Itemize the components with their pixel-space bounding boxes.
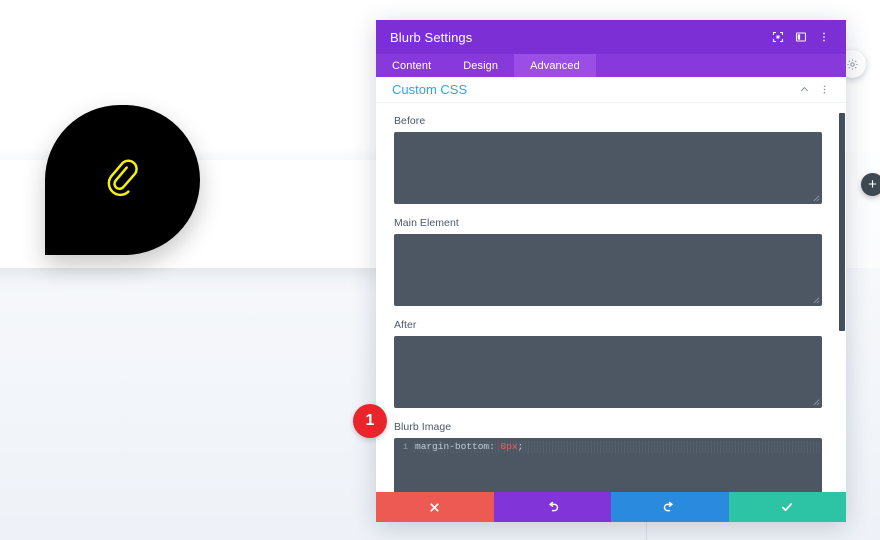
css-punct-token: ;	[517, 440, 524, 452]
resize-handle-icon[interactable]	[811, 295, 820, 304]
redo-icon	[664, 501, 674, 511]
chevron-up-icon[interactable]	[796, 82, 812, 98]
modal-scrollbar-track[interactable]	[838, 77, 846, 492]
check-icon	[782, 503, 793, 512]
tab-advanced[interactable]: Advanced	[514, 54, 596, 77]
modal-scrollbar-thumb[interactable]	[839, 113, 845, 331]
main-element-css-textarea[interactable]	[394, 234, 822, 306]
modal-titlebar: Blurb Settings	[376, 20, 846, 54]
more-options-icon[interactable]	[814, 27, 834, 47]
field-label-blurb-image: Blurb Image	[394, 421, 452, 433]
css-value-token: 0px	[494, 440, 518, 452]
redo-button[interactable]	[611, 492, 729, 522]
gear-icon	[846, 58, 858, 70]
code-line-content[interactable]: margin-bottom: 0px;	[414, 440, 822, 453]
layout-view-icon[interactable]	[791, 27, 811, 47]
field-before: Before	[394, 115, 826, 204]
modal-scroll-area: Custom CSS Before Main Element After Blu…	[376, 77, 846, 492]
blurb-image-blob[interactable]	[45, 105, 200, 255]
save-button[interactable]	[728, 492, 846, 522]
more-options-icon[interactable]	[816, 82, 832, 98]
blurb-settings-modal: Blurb Settings Content Design Advanced C…	[376, 20, 846, 522]
field-label-after: After	[394, 319, 417, 331]
paperclip-icon	[107, 159, 138, 197]
custom-css-section-header[interactable]: Custom CSS	[376, 77, 846, 103]
modal-title: Blurb Settings	[390, 29, 473, 45]
blurb-image-css-editor[interactable]: 1 margin-bottom: 0px;	[394, 438, 822, 492]
close-icon	[430, 502, 439, 512]
css-property-token: margin-bottom:	[415, 440, 495, 452]
resize-handle-icon[interactable]	[811, 193, 820, 202]
field-blurb-image: Blurb Image 1 margin-bottom: 0px;	[394, 421, 826, 492]
undo-icon	[548, 501, 558, 511]
field-label-main-element: Main Element	[394, 217, 459, 229]
field-after: After	[394, 319, 826, 408]
code-line: 1 margin-bottom: 0px;	[394, 438, 822, 453]
fullscreen-icon[interactable]	[768, 27, 788, 47]
tab-design[interactable]: Design	[447, 54, 514, 77]
field-main-element: Main Element	[394, 217, 826, 306]
field-label-before: Before	[394, 115, 426, 127]
tab-content[interactable]: Content	[376, 54, 447, 77]
after-css-textarea[interactable]	[394, 336, 822, 408]
modal-footer	[376, 492, 846, 522]
section-title: Custom CSS	[392, 82, 468, 97]
code-line-number: 1	[402, 441, 408, 452]
plus-icon: +	[868, 176, 877, 193]
resize-handle-icon[interactable]	[811, 397, 820, 406]
custom-css-fields: Before Main Element After Blurb Image 1 …	[376, 103, 846, 492]
before-css-textarea[interactable]	[394, 132, 822, 204]
modal-tabs: Content Design Advanced	[376, 54, 846, 77]
add-module-button[interactable]: +	[861, 173, 880, 196]
undo-button[interactable]	[493, 492, 611, 522]
cancel-button[interactable]	[376, 492, 494, 522]
step-number-badge: 1	[353, 404, 387, 438]
